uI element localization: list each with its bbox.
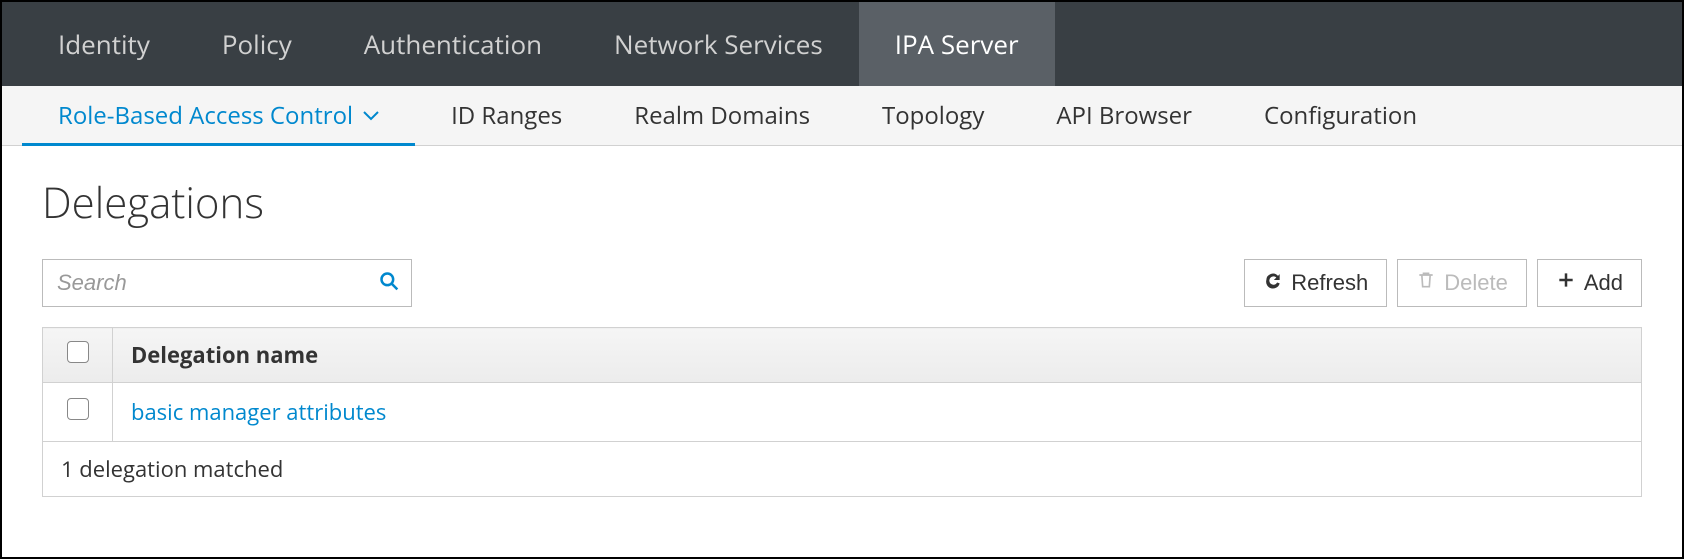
toolbar: Refresh Delete Add — [42, 259, 1642, 307]
topnav-ipa-server[interactable]: IPA Server — [859, 2, 1055, 86]
main-content: Delegations Refresh — [2, 146, 1682, 557]
topnav-authentication[interactable]: Authentication — [328, 2, 578, 86]
topnav-identity[interactable]: Identity — [22, 2, 186, 86]
search-button[interactable] — [367, 271, 411, 296]
subnav-configuration[interactable]: Configuration — [1228, 86, 1453, 145]
row-checkbox[interactable] — [67, 398, 89, 420]
subnav-label: Configuration — [1264, 99, 1417, 132]
topnav-policy[interactable]: Policy — [186, 2, 328, 86]
topnav-label: IPA Server — [895, 26, 1019, 62]
add-button[interactable]: Add — [1537, 259, 1642, 307]
refresh-icon — [1263, 270, 1283, 296]
subnav-api-browser[interactable]: API Browser — [1020, 86, 1228, 145]
topnav-label: Policy — [222, 26, 292, 62]
table-footer: 1 delegation matched — [43, 442, 1642, 497]
delete-button[interactable]: Delete — [1397, 259, 1527, 307]
delegations-table: Delegation name basic manager attributes… — [42, 327, 1642, 497]
subnav-topology[interactable]: Topology — [846, 86, 1020, 145]
search-icon — [379, 271, 399, 296]
subnav-label: ID Ranges — [451, 99, 562, 132]
button-label: Add — [1584, 270, 1623, 296]
action-buttons: Refresh Delete Add — [1244, 259, 1642, 307]
topnav-label: Authentication — [364, 26, 542, 62]
subnav-label: Topology — [882, 99, 984, 132]
table-row: basic manager attributes — [43, 383, 1642, 442]
trash-icon — [1416, 270, 1436, 296]
subnav-rbac[interactable]: Role-Based Access Control — [22, 86, 415, 145]
topnav-network-services[interactable]: Network Services — [578, 2, 859, 86]
page-title: Delegations — [42, 174, 1642, 231]
delegation-link[interactable]: basic manager attributes — [131, 397, 386, 427]
subnav-label: API Browser — [1056, 99, 1192, 132]
select-all-header — [43, 328, 113, 383]
subnav-label: Role-Based Access Control — [58, 99, 353, 132]
topnav-label: Network Services — [614, 26, 823, 62]
plus-icon — [1556, 270, 1576, 296]
chevron-down-icon — [363, 111, 379, 121]
button-label: Refresh — [1291, 270, 1368, 296]
top-nav: Identity Policy Authentication Network S… — [2, 2, 1682, 86]
row-name-cell: basic manager attributes — [113, 383, 1642, 442]
select-all-checkbox[interactable] — [67, 341, 89, 363]
row-select-cell — [43, 383, 113, 442]
subnav-label: Realm Domains — [634, 99, 810, 132]
subnav-realm-domains[interactable]: Realm Domains — [598, 86, 846, 145]
refresh-button[interactable]: Refresh — [1244, 259, 1387, 307]
sub-nav: Role-Based Access Control ID Ranges Real… — [2, 86, 1682, 146]
search-input[interactable] — [43, 270, 367, 296]
button-label: Delete — [1444, 270, 1508, 296]
subnav-id-ranges[interactable]: ID Ranges — [415, 86, 598, 145]
search-box — [42, 259, 412, 307]
column-header-name[interactable]: Delegation name — [113, 328, 1642, 383]
topnav-label: Identity — [58, 26, 150, 62]
